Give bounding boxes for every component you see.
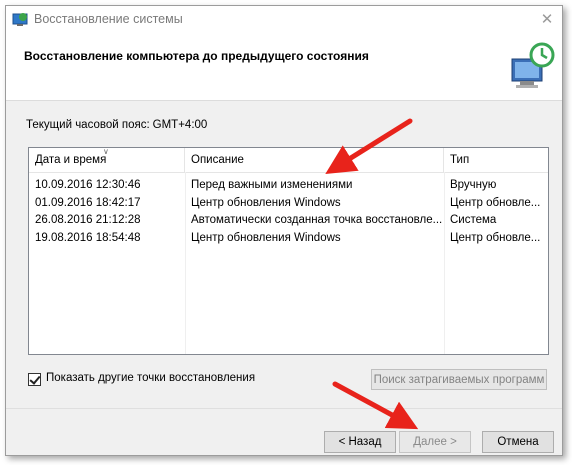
wizard-header: Восстановление компьютера до предыдущего… xyxy=(6,35,562,101)
cell-description: Перед важными изменениями xyxy=(191,179,353,191)
cancel-button[interactable]: Отмена xyxy=(482,431,554,453)
show-more-label[interactable]: Показать другие точки восстановления xyxy=(46,372,255,384)
table-row[interactable]: 10.09.2016 12:30:46 Перед важными измене… xyxy=(29,177,548,195)
window-title: Восстановление системы xyxy=(34,12,183,26)
monitor-restore-icon xyxy=(511,42,555,88)
page-title: Восстановление компьютера до предыдущего… xyxy=(24,49,369,63)
title-bar: Восстановление системы ✕ xyxy=(6,6,562,35)
cell-date: 26.08.2016 21:12:28 xyxy=(35,214,141,226)
wizard-footer: < Назад Далее > Отмена xyxy=(6,408,562,455)
next-button[interactable]: Далее > xyxy=(399,431,471,453)
list-rows: 10.09.2016 12:30:46 Перед важными измене… xyxy=(29,177,548,247)
column-header-date[interactable]: ∨ Дата и время xyxy=(29,148,185,172)
cell-type: Система xyxy=(450,214,497,226)
cell-date: 01.09.2016 18:42:17 xyxy=(35,196,141,209)
restore-points-list[interactable]: ∨ Дата и время Описание Тип 10.09.2016 1… xyxy=(28,147,549,355)
table-row[interactable]: 26.08.2016 21:12:28 Автоматически создан… xyxy=(29,212,548,230)
cell-type: Вручную xyxy=(450,179,497,191)
scan-affected-programs-button[interactable]: Поиск затрагиваемых программ xyxy=(371,369,547,390)
cell-description: Автоматически созданная точка восстановл… xyxy=(191,214,443,226)
cell-date: 10.09.2016 12:30:46 xyxy=(35,179,141,191)
cell-date: 19.08.2016 18:54:48 xyxy=(35,231,141,244)
timezone-value: GMT+4:00 xyxy=(152,119,208,131)
system-restore-window: Восстановление системы ✕ Восстановление … xyxy=(5,5,563,456)
system-restore-icon xyxy=(12,13,28,26)
show-more-checkbox[interactable] xyxy=(28,373,41,386)
cell-type: Центр обновле... xyxy=(450,196,541,209)
timezone-line: Текущий часовой пояс: GMT+4:00 xyxy=(26,119,207,131)
close-icon[interactable]: ✕ xyxy=(532,6,562,35)
column-header-description[interactable]: Описание xyxy=(185,148,444,172)
back-button[interactable]: < Назад xyxy=(324,431,396,453)
cell-description: Центр обновления Windows xyxy=(191,231,341,244)
cell-type: Центр обновле... xyxy=(450,231,541,244)
table-row[interactable]: 01.09.2016 18:42:17 Центр обновления Win… xyxy=(29,195,548,213)
sort-arrow-icon: ∨ xyxy=(103,147,109,156)
column-header-type[interactable]: Тип xyxy=(444,148,548,172)
list-header: ∨ Дата и время Описание Тип xyxy=(29,148,548,173)
timezone-label: Текущий часовой пояс: xyxy=(26,119,150,131)
cell-description: Центр обновления Windows xyxy=(191,196,341,209)
table-row[interactable]: 19.08.2016 18:54:48 Центр обновления Win… xyxy=(29,230,548,248)
